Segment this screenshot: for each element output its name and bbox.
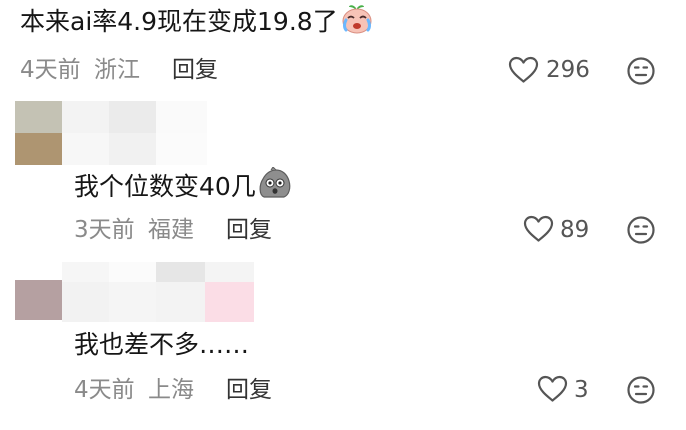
dislike-button[interactable] [626,56,656,86]
dislike-button[interactable] [626,215,656,245]
comment-time: 4天前 [74,377,135,403]
like-button[interactable] [508,56,541,85]
comment-text-content: 我也差不多…… [74,330,250,359]
comment-item: 我也差不多…… 4天前 上海 回复 3 [0,255,686,430]
crying-face-emoji [340,4,374,41]
comment-text-content: 本来ai率4.9现在变成19.8了 [20,7,338,36]
reply-button[interactable]: 回复 [226,376,272,404]
meh-face-icon [626,56,656,86]
username-mosaic[interactable] [62,101,207,165]
reply-button[interactable]: 回复 [172,56,218,84]
comment-time: 3天前 [74,217,135,243]
comment-location: 浙江 [93,57,140,83]
heart-icon [537,375,570,403]
heart-icon [508,56,541,84]
comment-item: 我个位数变40几 3天前 福建 回复 89 [0,95,686,255]
comment-text: 我个位数变40几 [74,166,292,206]
comment-item: 本来ai率4.9现在变成19.8了 4天前 浙江 回复 296 [0,0,686,95]
comment-location: 福建 [147,217,194,243]
meh-face-icon [626,215,656,245]
comment-text: 本来ai率4.9现在变成19.8了 [20,4,374,41]
comment-text: 我也差不多…… [74,330,249,360]
username-mosaic[interactable] [62,262,254,322]
like-count: 89 [560,217,590,243]
comment-meta: 4天前 浙江 [20,56,140,84]
comment-location: 上海 [147,377,194,403]
meh-face-icon [626,375,656,405]
like-count: 3 [574,377,589,403]
like-button[interactable] [537,375,570,404]
comment-meta: 3天前 福建 [74,216,194,244]
like-count: 296 [546,57,590,83]
like-button[interactable] [523,215,556,244]
avatar[interactable] [15,280,62,320]
shocked-rock-emoji [258,166,292,206]
comment-text-content: 我个位数变40几 [74,172,256,201]
comment-meta: 4天前 上海 [74,376,194,404]
reply-button[interactable]: 回复 [226,216,272,244]
comment-time: 4天前 [20,57,81,83]
avatar[interactable] [15,101,62,165]
heart-icon [523,215,556,243]
dislike-button[interactable] [626,375,656,405]
